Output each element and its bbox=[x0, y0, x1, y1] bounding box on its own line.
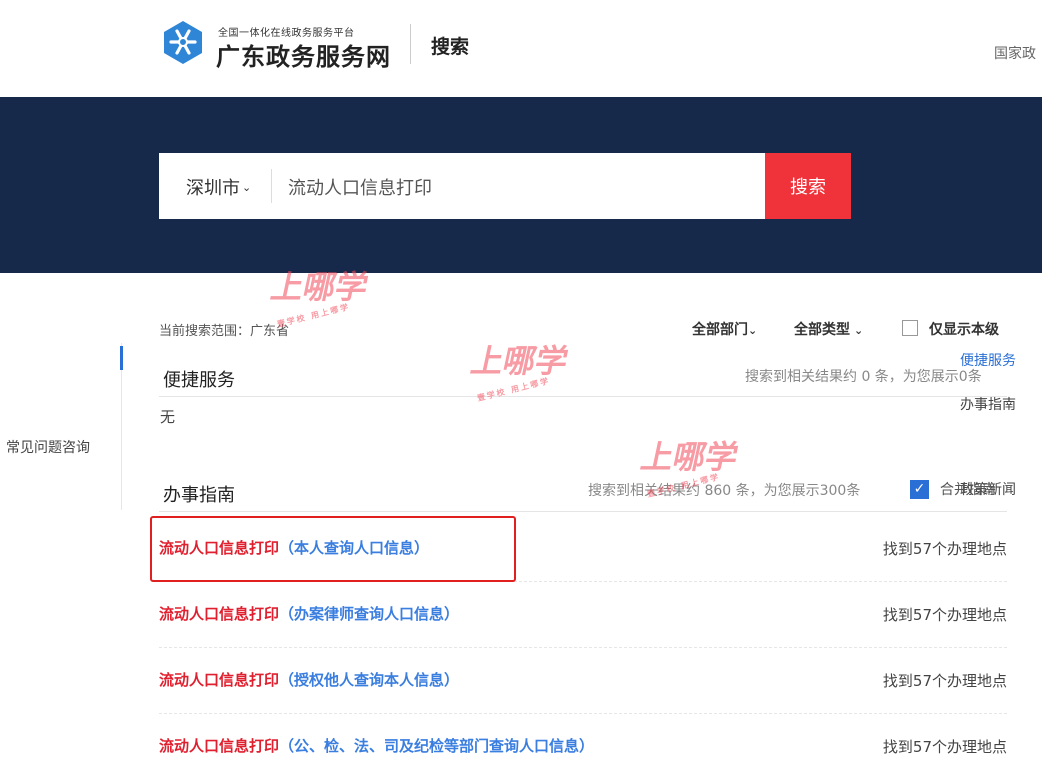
section-count-service: 搜索到相关结果约 0 条，为您展示0条 bbox=[745, 369, 982, 385]
section-title-service: 便捷服务 bbox=[163, 370, 235, 391]
department-filter[interactable]: 全部部门⌄ bbox=[692, 319, 757, 339]
result-qualifier: （办案律师查询人口信息） bbox=[279, 605, 460, 623]
city-selector[interactable]: 深圳市 ⌄ bbox=[186, 174, 251, 200]
city-label: 深圳市 bbox=[186, 178, 240, 199]
chevron-down-icon: ⌄ bbox=[854, 324, 864, 337]
result-item[interactable]: 流动人口信息打印（公、检、法、司及纪检等部门查询人口信息） 找到57个办理地点 bbox=[159, 714, 1007, 780]
watermark-text: 上哪学 bbox=[637, 438, 742, 476]
result-locations-link[interactable]: 找到57个办理地点 bbox=[883, 538, 1007, 559]
search-box: 深圳市 ⌄ 流动人口信息打印 bbox=[159, 153, 765, 219]
watermark-subtext: 壹学校 用上哪学 bbox=[476, 376, 552, 403]
chevron-down-icon: ⌄ bbox=[748, 324, 758, 337]
result-item[interactable]: 流动人口信息打印（授权他人查询本人信息） 找到57个办理地点 bbox=[159, 648, 1007, 714]
site-header: 全国一体化在线政务服务平台 广东政务服务网 搜索 国家政 bbox=[0, 0, 1042, 97]
merge-guide-checkbox[interactable]: ✓ bbox=[910, 480, 929, 499]
watermark-subtext: 壹学校 用上哪学 bbox=[276, 302, 352, 329]
result-locations-link[interactable]: 找到57个办理地点 bbox=[883, 736, 1007, 757]
sidenav-item-guide[interactable]: 办事指南 bbox=[960, 394, 1016, 414]
site-logo-icon[interactable] bbox=[160, 19, 206, 65]
section-title-guide: 办事指南 bbox=[163, 485, 235, 506]
sidenav-item-faq[interactable]: 常见问题咨询 bbox=[6, 437, 90, 457]
watermark-text: 上哪学 bbox=[467, 342, 572, 380]
only-level-label: 仅显示本级 bbox=[929, 322, 999, 338]
section-divider bbox=[159, 396, 1007, 397]
watermark: 上哪学 壹学校 用上哪学 bbox=[468, 336, 572, 403]
type-filter-label: 全部类型 bbox=[794, 322, 850, 338]
result-title[interactable]: 流动人口信息打印（办案律师查询人口信息） bbox=[159, 603, 459, 624]
section-count-guide: 搜索到相关结果约 860 条，为您展示300条 bbox=[588, 483, 861, 499]
result-keyword: 流动人口信息打印 bbox=[159, 605, 280, 623]
header-page-title: 搜索 bbox=[431, 36, 470, 58]
result-qualifier: （授权他人查询本人信息） bbox=[279, 671, 460, 689]
header-divider bbox=[410, 24, 411, 64]
section-divider bbox=[159, 511, 1007, 512]
result-title[interactable]: 流动人口信息打印（授权他人查询本人信息） bbox=[159, 669, 459, 690]
result-keyword: 流动人口信息打印 bbox=[159, 737, 280, 755]
merge-guide-label: 合并指南 bbox=[940, 482, 996, 498]
sidenav-active-indicator bbox=[120, 346, 123, 370]
result-locations-link[interactable]: 找到57个办理地点 bbox=[883, 670, 1007, 691]
result-item[interactable]: 流动人口信息打印（办案律师查询人口信息） 找到57个办理地点 bbox=[159, 582, 1007, 648]
empty-result-text: 无 bbox=[160, 408, 176, 426]
search-scope: 当前搜索范围：广东省 bbox=[159, 324, 290, 339]
type-filter[interactable]: 全部类型 ⌄ bbox=[794, 319, 863, 339]
chevron-down-icon: ⌄ bbox=[242, 181, 252, 194]
search-banner: 深圳市 ⌄ 流动人口信息打印 搜索 bbox=[0, 97, 1042, 273]
department-filter-label: 全部部门 bbox=[692, 322, 748, 338]
search-separator bbox=[271, 169, 272, 203]
result-qualifier: （公、检、法、司及纪检等部门查询人口信息） bbox=[279, 737, 595, 755]
search-button[interactable]: 搜索 bbox=[765, 153, 851, 219]
result-locations-link[interactable]: 找到57个办理地点 bbox=[883, 604, 1007, 625]
result-keyword: 流动人口信息打印 bbox=[159, 671, 280, 689]
result-title[interactable]: 流动人口信息打印（公、检、法、司及纪检等部门查询人口信息） bbox=[159, 735, 594, 756]
only-level-checkbox[interactable] bbox=[902, 320, 918, 336]
search-input[interactable]: 流动人口信息打印 bbox=[288, 174, 432, 200]
logo-title[interactable]: 广东政务服务网 bbox=[216, 37, 391, 72]
highlight-box bbox=[150, 516, 516, 582]
header-right-link[interactable]: 国家政 bbox=[994, 43, 1036, 63]
